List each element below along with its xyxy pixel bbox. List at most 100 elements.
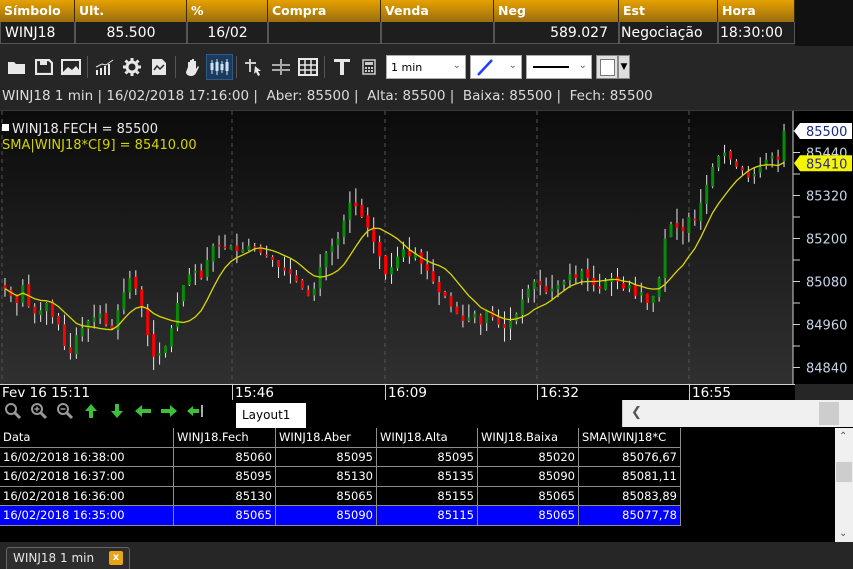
text-icon[interactable] bbox=[328, 54, 355, 80]
arrow-left-icon[interactable] bbox=[130, 400, 156, 422]
candle-body bbox=[544, 285, 548, 293]
price-chart[interactable]: 85440 85320 85200 85080 84960 84840 85500 8541… bbox=[0, 111, 853, 388]
grid-cell-sma: 85076,67 bbox=[579, 447, 681, 467]
candle-body bbox=[277, 260, 281, 268]
grid-header-open[interactable]: WINJ18.Aber bbox=[276, 428, 377, 448]
grid-cell-low: 85020 bbox=[478, 447, 579, 467]
candle-body bbox=[217, 244, 221, 247]
table-row[interactable]: 16/02/2018 16:37:00 85095 85130 85135 85… bbox=[0, 467, 835, 487]
table-row[interactable]: 16/02/2018 16:38:00 85060 85095 85095 85… bbox=[0, 447, 835, 467]
open-folder-icon[interactable] bbox=[3, 54, 30, 80]
quote-header-last[interactable]: Ult. bbox=[75, 0, 187, 22]
arrow-down-icon[interactable] bbox=[104, 400, 130, 422]
quote-header-buy[interactable]: Compra bbox=[268, 0, 381, 22]
document-tab-label: WINJ18 1 min bbox=[13, 551, 95, 565]
arrow-up-icon[interactable] bbox=[78, 400, 104, 422]
candle-body bbox=[598, 286, 602, 289]
candle-body bbox=[633, 285, 637, 296]
scroll-left-icon[interactable]: ❮ bbox=[631, 405, 642, 420]
table-row[interactable]: 16/02/2018 16:36:00 85130 85065 85155 85… bbox=[0, 486, 835, 506]
vertical-scrollbar[interactable]: ⌃ ⌄ bbox=[835, 428, 853, 542]
candle-body bbox=[752, 174, 756, 177]
candle-body bbox=[574, 274, 578, 278]
candle-body bbox=[485, 310, 489, 324]
document-tab[interactable]: WINJ18 1 min x bbox=[6, 547, 130, 569]
y-tick-label: 85080 bbox=[806, 276, 847, 291]
interval-select[interactable]: 1 min ⌄ bbox=[386, 55, 466, 79]
grid-cell-open: 85130 bbox=[276, 467, 377, 487]
indicators-icon[interactable] bbox=[91, 54, 118, 80]
scroll-down-icon[interactable]: ⌄ bbox=[839, 528, 847, 539]
y-tick-label: 85320 bbox=[806, 190, 847, 205]
candle-body bbox=[604, 281, 608, 290]
zoom-out-icon[interactable] bbox=[52, 400, 78, 422]
candle-body bbox=[372, 228, 376, 243]
candle-body bbox=[45, 303, 49, 312]
candle-body bbox=[401, 249, 405, 258]
x-tick-label: 15:46 bbox=[232, 385, 274, 401]
chart-legend: WINJ18.FECH = 85500 SMA|WINJ18*C[9] = 85… bbox=[2, 122, 197, 154]
pan-hand-icon[interactable] bbox=[179, 54, 206, 80]
go-to-end-icon[interactable] bbox=[182, 400, 208, 422]
grid-header-close[interactable]: WINJ18.Fech bbox=[174, 428, 276, 448]
grid-header-sma[interactable]: SMA|WINJ18*C bbox=[579, 428, 681, 448]
zoom-reset-icon[interactable] bbox=[0, 400, 26, 422]
toolbar-divider bbox=[175, 56, 176, 78]
candle-body bbox=[110, 325, 114, 329]
caret-down-icon: ▼ bbox=[620, 62, 628, 72]
scroll-up-icon[interactable]: ⌃ bbox=[839, 431, 847, 442]
candle-body bbox=[390, 267, 394, 275]
template-icon[interactable] bbox=[145, 54, 172, 80]
candle-body bbox=[503, 324, 507, 329]
fill-color-button[interactable] bbox=[596, 55, 618, 79]
candle-body bbox=[431, 271, 435, 282]
candles-icon[interactable] bbox=[206, 54, 233, 80]
quote-header-status[interactable]: Est bbox=[619, 0, 718, 22]
horizontal-scrollbar[interactable]: ❮ bbox=[622, 400, 853, 427]
scrollbar-thumb[interactable] bbox=[819, 402, 839, 425]
quote-header-time[interactable]: Hora bbox=[718, 0, 795, 22]
grid-header-low[interactable]: WINJ18.Baixa bbox=[478, 428, 579, 448]
candle-body bbox=[723, 152, 727, 157]
line-style-select[interactable]: ⌄ bbox=[526, 55, 592, 79]
candle-body bbox=[300, 280, 304, 289]
zoom-in-icon[interactable] bbox=[26, 400, 52, 422]
chart-toolbar: 1 min ⌄ ⌄ ⌄ ▼ bbox=[0, 52, 853, 82]
chart-navigation-bar: Layout1 ❮ bbox=[0, 400, 853, 428]
crosshair-icon[interactable] bbox=[267, 54, 294, 80]
quote-header-sell[interactable]: Venda bbox=[381, 0, 494, 22]
candle-body bbox=[229, 245, 233, 250]
close-icon[interactable]: x bbox=[109, 551, 123, 565]
quote-header-percent[interactable]: % bbox=[187, 0, 268, 22]
grid-header-high[interactable]: WINJ18.Alta bbox=[377, 428, 478, 448]
layout-tab[interactable]: Layout1 bbox=[236, 403, 306, 428]
candle-body bbox=[782, 131, 786, 162]
grid-cell-open: 85065 bbox=[276, 486, 377, 506]
candle-body bbox=[128, 277, 132, 293]
grid-header-date[interactable]: Data bbox=[0, 428, 174, 448]
candle-body bbox=[247, 245, 251, 251]
candle-body bbox=[68, 347, 72, 354]
table-row-selected[interactable]: 16/02/2018 16:35:00 85065 85090 85115 85… bbox=[0, 506, 835, 526]
calculator-icon[interactable] bbox=[355, 54, 382, 80]
candle-body bbox=[473, 313, 477, 318]
arrow-right-icon[interactable] bbox=[156, 400, 182, 422]
grid-cell-open: 85090 bbox=[276, 506, 377, 526]
grid-icon[interactable] bbox=[294, 54, 321, 80]
candle-body bbox=[437, 282, 441, 293]
candle-body bbox=[187, 274, 191, 285]
settings-icon[interactable] bbox=[118, 54, 145, 80]
select-cursor-icon[interactable] bbox=[240, 54, 267, 80]
candle-body bbox=[711, 166, 715, 187]
quote-header-trades[interactable]: Neg bbox=[494, 0, 619, 22]
candle-body bbox=[39, 310, 43, 315]
save-icon[interactable] bbox=[30, 54, 57, 80]
quote-header-symbol[interactable]: Símbolo bbox=[0, 0, 75, 22]
quote-row[interactable]: WINJ18 85.500 16/02 589.027 Negociação 1… bbox=[0, 22, 795, 44]
line-color-select[interactable]: ⌄ bbox=[470, 55, 522, 79]
scrollbar-thumb[interactable] bbox=[836, 462, 852, 482]
candle-body bbox=[152, 333, 156, 357]
fill-color-dropdown[interactable]: ▼ bbox=[618, 55, 630, 79]
quote-empty-area bbox=[795, 0, 853, 46]
image-icon[interactable] bbox=[57, 54, 84, 80]
